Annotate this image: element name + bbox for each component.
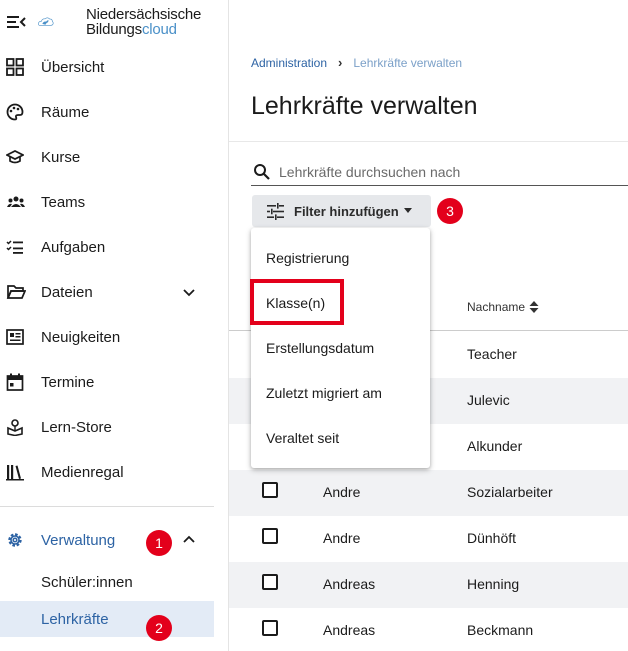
filter-option-zuletzt-migriert[interactable]: Zuletzt migriert am xyxy=(251,370,430,415)
search-input[interactable] xyxy=(279,164,619,180)
sidebar-item-label: Aufgaben xyxy=(41,238,106,256)
sidebar-item-label: Dateien xyxy=(41,283,93,301)
row-checkbox[interactable] xyxy=(262,620,278,636)
step-badge-3: 3 xyxy=(437,198,463,224)
sidebar-item-label: Lern-Store xyxy=(41,418,112,436)
table-row: Andreas Henning xyxy=(229,562,628,608)
chevron-down-icon[interactable] xyxy=(181,284,197,300)
group-icon xyxy=(7,196,25,207)
sidebar-item-termine[interactable]: Termine xyxy=(0,367,214,397)
sidebar-item-verwaltung[interactable]: Verwaltung xyxy=(0,525,214,555)
cell-lastname: Julevic xyxy=(467,392,510,408)
caret-down-icon xyxy=(404,208,412,213)
table-row: Andre Sozialarbeiter xyxy=(229,470,628,516)
sidebar-item-neuigkeiten[interactable]: Neuigkeiten xyxy=(0,322,214,352)
sidebar-item-label: Übersicht xyxy=(41,58,105,76)
sort-icon xyxy=(529,301,539,313)
tune-icon xyxy=(267,203,284,220)
cell-firstname: Andre xyxy=(323,484,361,500)
search-field xyxy=(251,160,628,186)
column-header-nachname[interactable]: Nachname xyxy=(467,300,539,314)
row-checkbox[interactable] xyxy=(262,574,278,590)
sidebar: Niedersächsische Bildungscloud Übersicht… xyxy=(0,0,229,651)
chevron-up-icon[interactable] xyxy=(181,532,197,548)
sidebar-item-lern-store[interactable]: Lern-Store xyxy=(0,412,214,442)
title-divider xyxy=(229,141,628,142)
sidebar-item-label: Neuigkeiten xyxy=(41,328,121,346)
column-header-label: Nachname xyxy=(467,300,526,314)
logo-line2-cloud: cloud xyxy=(141,21,177,38)
sidebar-item-label: Kurse xyxy=(41,148,81,166)
lern-store-icon xyxy=(7,419,23,436)
sidebar-item-aufgaben[interactable]: Aufgaben xyxy=(0,232,214,262)
filter-option-label: Zuletzt migriert am xyxy=(266,384,382,401)
cell-lastname: Henning xyxy=(467,576,520,592)
sidebar-item-label: Medienregal xyxy=(41,463,124,481)
sidebar-subitem-label: Lehrkräfte xyxy=(41,610,109,628)
logo-cloud-icon xyxy=(38,17,54,26)
filter-option-label: Registrierung xyxy=(266,249,350,266)
sidebar-subitem-label: Schüler:innen xyxy=(41,573,133,591)
bookshelf-icon xyxy=(6,465,24,481)
row-checkbox[interactable] xyxy=(262,482,278,498)
cell-lastname: Sozialarbeiter xyxy=(467,484,553,500)
sidebar-subitem-schueler[interactable]: Schüler:innen xyxy=(0,564,214,600)
gear-icon xyxy=(8,533,22,547)
cell-firstname: Andreas xyxy=(323,576,376,592)
logo-text: Niedersächsische Bildungscloud xyxy=(86,7,201,37)
cell-lastname: Teacher xyxy=(467,346,517,362)
filter-option-label: Klasse(n) xyxy=(266,294,326,311)
sidebar-item-label: Termine xyxy=(41,373,95,391)
breadcrumb-administration[interactable]: Administration xyxy=(251,56,327,70)
search-icon xyxy=(254,164,270,180)
table-row: Andreas Beckmann xyxy=(229,608,628,651)
sidebar-divider xyxy=(0,506,214,507)
sidebar-item-label: Verwaltung xyxy=(41,531,116,549)
cell-lastname: Dünhöft xyxy=(467,530,517,546)
sidebar-item-teams[interactable]: Teams xyxy=(0,187,214,217)
cell-firstname: Andre xyxy=(323,530,361,546)
cell-lastname: Alkunder xyxy=(467,438,523,454)
filter-option-klassen[interactable]: Klasse(n) xyxy=(251,280,430,325)
newspaper-icon xyxy=(6,329,24,345)
step-badge-2: 2 xyxy=(146,615,172,641)
filter-option-veraltet-seit[interactable]: Veraltet seit xyxy=(251,415,430,460)
school-icon xyxy=(6,150,24,164)
palette-icon xyxy=(6,103,24,121)
step-badge-1: 1 xyxy=(146,530,172,556)
sidebar-item-uebersicht[interactable]: Übersicht xyxy=(0,52,214,82)
sidebar-subitem-lehrkraefte[interactable]: Lehrkräfte xyxy=(0,601,214,637)
filter-option-label: Erstellungsdatum xyxy=(266,339,375,356)
add-filter-button[interactable]: Filter hinzufügen xyxy=(252,195,431,227)
sidebar-item-medienregal[interactable]: Medienregal xyxy=(0,457,214,487)
breadcrumb: Administration › Lehrkräfte verwalten xyxy=(251,55,462,70)
cell-firstname: Andreas xyxy=(323,622,376,638)
table-row: Andre Dünhöft xyxy=(229,516,628,562)
page-title: Lehrkräfte verwalten xyxy=(251,92,478,120)
sidebar-item-raeume[interactable]: Räume xyxy=(0,97,214,127)
filter-option-registrierung[interactable]: Registrierung xyxy=(251,235,430,280)
dashboard-icon xyxy=(6,58,24,76)
sidebar-item-label: Räume xyxy=(41,103,90,121)
calendar-icon xyxy=(6,373,24,391)
cell-lastname: Beckmann xyxy=(467,622,534,638)
breadcrumb-current: Lehrkräfte verwalten xyxy=(353,55,463,70)
collapse-sidebar-icon[interactable] xyxy=(6,13,26,31)
row-checkbox[interactable] xyxy=(262,528,278,544)
filter-option-label: Veraltet seit xyxy=(266,429,340,446)
task-list-icon xyxy=(6,240,23,254)
logo-line2: Bildungs xyxy=(86,21,142,38)
sidebar-item-kurse[interactable]: Kurse xyxy=(0,142,214,172)
add-filter-label: Filter hinzufügen xyxy=(294,203,399,219)
sidebar-item-dateien[interactable]: Dateien xyxy=(0,277,214,307)
breadcrumb-separator: › xyxy=(338,55,343,70)
sidebar-item-label: Teams xyxy=(41,193,86,211)
filter-menu: Registrierung Klasse(n) Erstellungsdatum… xyxy=(251,228,430,468)
folder-open-icon xyxy=(6,285,26,299)
filter-option-erstellungsdatum[interactable]: Erstellungsdatum xyxy=(251,325,430,370)
